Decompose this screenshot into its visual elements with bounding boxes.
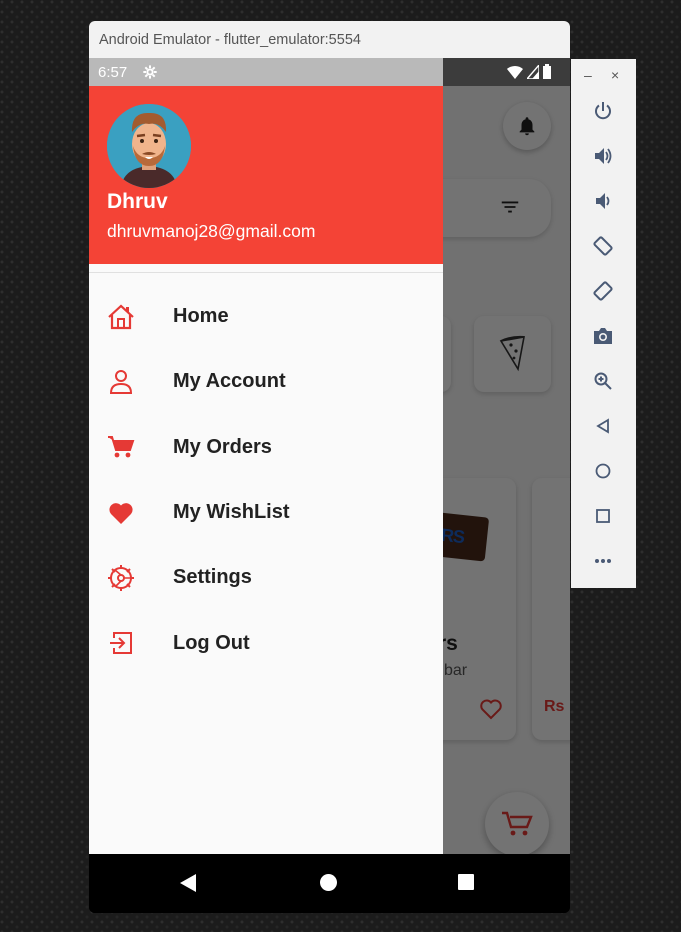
cart-icon	[106, 432, 136, 462]
device-screen: RS rs bar Rs 6:57	[89, 58, 570, 854]
drawer-divider	[89, 272, 443, 273]
drawer-item-my-account[interactable]: My Account	[89, 349, 443, 414]
emulator-window: Android Emulator - flutter_emulator:5554…	[89, 21, 570, 913]
drawer-item-label: Home	[173, 305, 229, 328]
home-icon	[106, 302, 136, 332]
user-email: dhruvmanoj28@gmail.com	[107, 221, 316, 241]
user-name: Dhruv	[107, 190, 168, 213]
drawer-item-log-out[interactable]: Log Out	[89, 610, 443, 675]
close-button[interactable]: ×	[611, 67, 619, 83]
rotate-right-icon[interactable]	[591, 279, 615, 303]
home-circle-icon[interactable]	[591, 459, 615, 483]
drawer-item-label: Log Out	[173, 631, 250, 654]
status-time: 6:57	[98, 64, 128, 81]
drawer-item-label: Settings	[173, 566, 252, 589]
avatar-illustration	[107, 104, 191, 188]
rotate-left-icon[interactable]	[591, 234, 615, 258]
drawer-item-label: My Account	[173, 370, 286, 393]
volume-up-icon[interactable]	[591, 144, 615, 168]
drawer-item-home[interactable]: Home	[89, 284, 443, 349]
heart-icon	[106, 498, 136, 528]
nav-back-button[interactable]	[179, 873, 197, 893]
settings-icon	[106, 563, 136, 593]
drawer-item-settings[interactable]: Settings	[89, 545, 443, 610]
avatar[interactable]	[107, 104, 191, 188]
status-bar: 6:57	[89, 58, 570, 86]
nav-home-button[interactable]	[319, 873, 338, 892]
nav-overview-button[interactable]	[457, 873, 475, 891]
more-icon[interactable]	[591, 549, 615, 573]
logout-icon	[106, 628, 136, 658]
minimize-button[interactable]: –	[584, 67, 592, 83]
person-icon	[106, 367, 136, 397]
drawer-item-my-wishlist[interactable]: My WishList	[89, 480, 443, 545]
android-nav-bar	[89, 854, 570, 913]
zoom-icon[interactable]	[591, 369, 615, 393]
drawer-menu: Home My Account My Orders My WishList Se…	[89, 284, 443, 676]
gear-icon	[143, 65, 157, 79]
volume-down-icon[interactable]	[591, 189, 615, 213]
battery-icon	[543, 64, 551, 79]
camera-icon[interactable]	[591, 324, 615, 348]
signal-icon	[527, 64, 539, 79]
wifi-icon	[507, 65, 523, 79]
back-icon[interactable]	[591, 414, 615, 438]
drawer-item-my-orders[interactable]: My Orders	[89, 415, 443, 480]
drawer-header: Dhruv dhruvmanoj28@gmail.com	[89, 86, 443, 264]
power-icon[interactable]	[591, 99, 615, 123]
drawer-item-label: My Orders	[173, 435, 272, 458]
drawer-item-label: My WishList	[173, 501, 290, 524]
navigation-drawer: Dhruv dhruvmanoj28@gmail.com Home My Acc…	[89, 86, 443, 854]
emulator-toolbar: – ×	[571, 59, 636, 588]
window-title: Android Emulator - flutter_emulator:5554	[89, 21, 570, 58]
overview-icon[interactable]	[591, 504, 615, 528]
